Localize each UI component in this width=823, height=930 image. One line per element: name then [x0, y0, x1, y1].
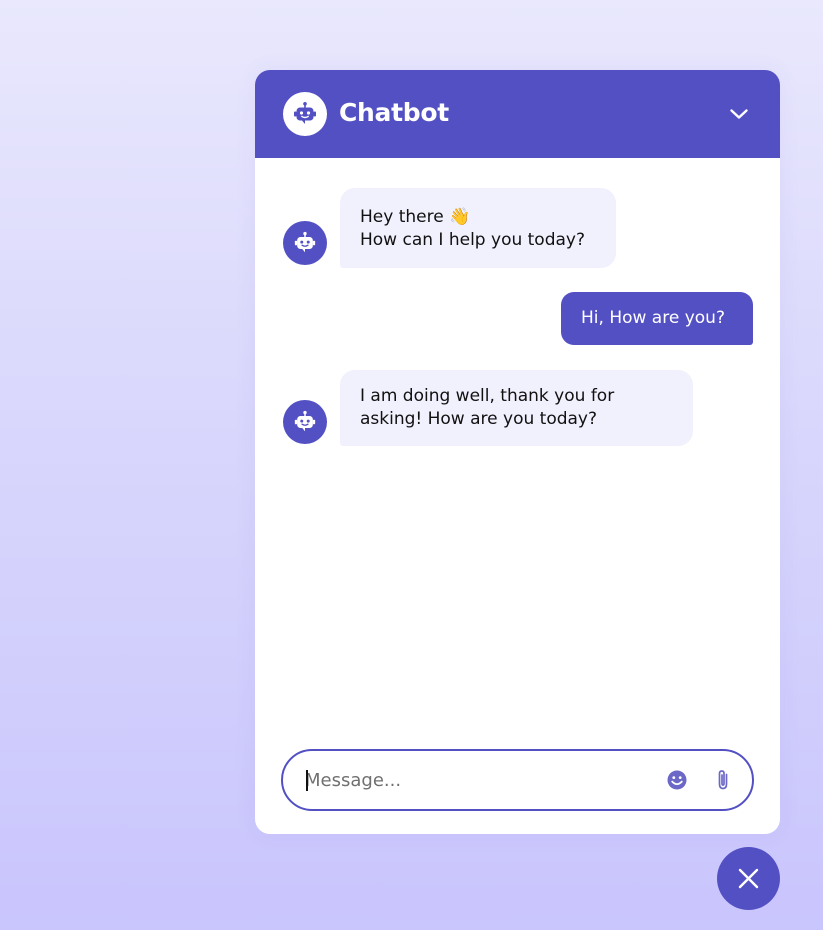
message-text-line: How can I help you today?: [360, 230, 586, 250]
robot-icon: [294, 410, 316, 432]
robot-icon: [294, 231, 316, 253]
message-composer: [281, 749, 754, 811]
message-text-line: Hey there 👋: [360, 207, 471, 227]
collapse-chat-button[interactable]: [721, 96, 757, 132]
emoji-button[interactable]: [665, 768, 689, 792]
attach-file-button[interactable]: [711, 768, 735, 792]
user-message-bubble: Hi, How are you?: [561, 292, 753, 345]
chat-title: Chatbot: [339, 98, 449, 127]
close-icon: [738, 868, 759, 889]
chatbot-panel: Chatbot Hey there 👋 How can I help you t…: [255, 70, 780, 834]
bot-message-bubble: Hey there 👋 How can I help you today?: [340, 188, 616, 268]
header-logo: [283, 92, 327, 136]
message-text-line: asking! How are you today?: [360, 409, 598, 429]
message-text-line: Hi, How are you?: [581, 308, 725, 328]
text-caret: [306, 770, 308, 791]
bot-message-bubble: I am doing well, thank you for asking! H…: [340, 370, 693, 446]
smiley-icon: [667, 770, 687, 790]
chat-header: Chatbot: [255, 70, 780, 158]
bot-avatar: [283, 221, 327, 265]
paperclip-icon: [718, 770, 728, 790]
bot-avatar: [283, 400, 327, 444]
robot-icon: [294, 102, 316, 124]
chevron-down-icon: [730, 109, 748, 119]
close-chat-button[interactable]: [717, 847, 780, 910]
message-input[interactable]: [305, 764, 635, 796]
message-text-line: I am doing well, thank you for: [360, 386, 615, 406]
